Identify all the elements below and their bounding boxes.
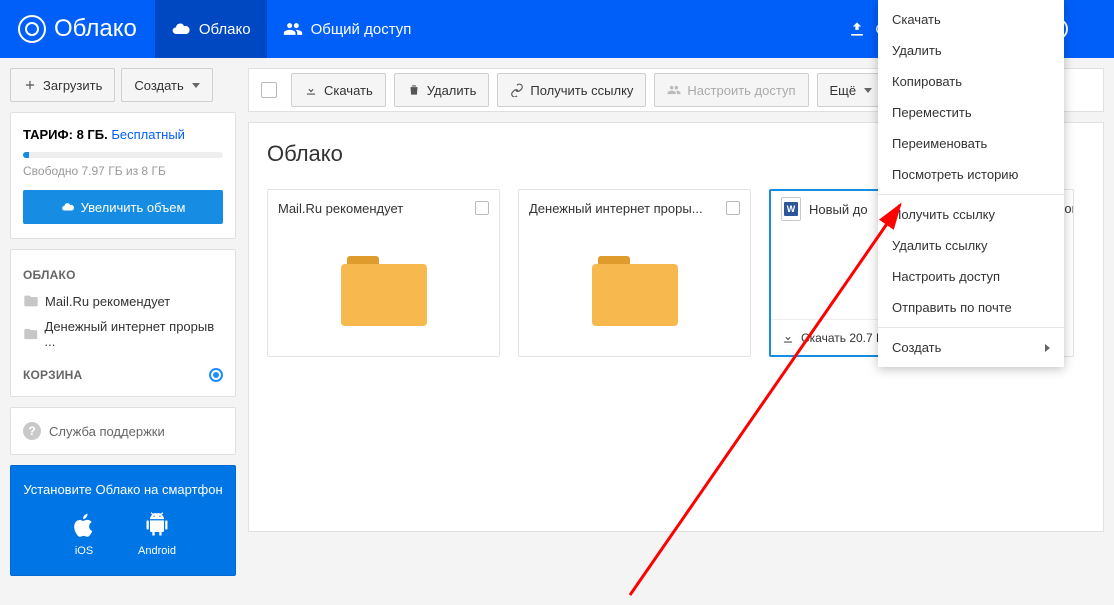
question-icon: ?: [23, 422, 41, 440]
download-icon: [304, 83, 318, 97]
toolbar-more-label: Ещё: [830, 83, 857, 98]
ctx-getlink[interactable]: Получить ссылку: [878, 199, 1064, 230]
download-box-icon: [847, 19, 867, 39]
people-icon: [667, 83, 681, 97]
cloud-icon: [171, 19, 191, 39]
people-icon: [283, 19, 303, 39]
ctx-download[interactable]: Скачать: [878, 4, 1064, 35]
tile-checkbox[interactable]: [475, 201, 489, 215]
plus-icon: [23, 78, 37, 92]
folder-icon: [23, 293, 39, 309]
ctx-copy[interactable]: Копировать: [878, 66, 1064, 97]
sidebar-folder-label: Денежный интернет прорыв ...: [45, 319, 223, 349]
toolbar-download-label: Скачать: [324, 83, 373, 98]
caret-down-icon: [192, 83, 200, 88]
quota-text: Свободно 7.97 ГБ из 8 ГБ: [23, 164, 223, 178]
tile-checkbox[interactable]: [726, 201, 740, 215]
tile-name: Денежный интернет проры...: [529, 201, 703, 216]
promo-title: Установите Облако на смартфон: [21, 482, 225, 497]
tile-name: Mail.Ru рекомендует: [278, 201, 403, 216]
promo-ios-label: iOS: [75, 545, 93, 557]
promo-android-label: Android: [138, 545, 176, 557]
word-doc-icon: W: [781, 197, 801, 221]
ctx-separator: [878, 327, 1064, 328]
promo-ios[interactable]: iOS: [70, 511, 98, 557]
context-menu: Скачать Удалить Копировать Переместить П…: [878, 0, 1064, 367]
create-label: Создать: [134, 78, 183, 93]
sidebar-folder-label: Mail.Ru рекомендует: [45, 294, 170, 309]
toolbar-delete-label: Удалить: [427, 83, 477, 98]
mailru-logo-icon: [18, 15, 46, 43]
create-button[interactable]: Создать: [121, 68, 212, 102]
ctx-move[interactable]: Переместить: [878, 97, 1064, 128]
support-card: ? Служба поддержки: [10, 407, 236, 455]
trash-icon: [407, 83, 421, 97]
submenu-arrow-icon: [1045, 344, 1050, 352]
toolbar-share-label: Настроить доступ: [687, 83, 795, 98]
apple-icon: [70, 511, 98, 539]
ctx-delete[interactable]: Удалить: [878, 35, 1064, 66]
ctx-share[interactable]: Настроить доступ: [878, 261, 1064, 292]
folder-icon: [341, 256, 427, 326]
section-trash-title[interactable]: КОРЗИНА: [23, 368, 82, 382]
upload-label: Загрузить: [43, 78, 102, 93]
toolbar-delete-button[interactable]: Удалить: [394, 73, 490, 107]
nav-shared-label: Общий доступ: [311, 21, 412, 38]
tariff-label: ТАРИФ:: [23, 127, 73, 142]
upload-button[interactable]: Загрузить: [10, 68, 115, 102]
android-icon: [143, 511, 171, 539]
nav-cloud[interactable]: Облако: [155, 0, 267, 58]
select-all-checkbox[interactable]: [261, 82, 277, 98]
quota-progress: [23, 152, 223, 158]
ctx-create[interactable]: Создать: [878, 332, 1064, 363]
toolbar-getlink-label: Получить ссылку: [530, 83, 633, 98]
ctx-separator: [878, 194, 1064, 195]
tariff-plan[interactable]: Бесплатный: [111, 127, 185, 142]
download-icon: [781, 331, 795, 345]
ctx-email[interactable]: Отправить по почте: [878, 292, 1064, 323]
nav-cloud-label: Облако: [199, 21, 251, 38]
file-tile[interactable]: Mail.Ru рекомендует: [267, 189, 500, 357]
cloud-icon: [61, 200, 75, 214]
tile-name: Новый до: [809, 202, 868, 217]
support-label: Служба поддержки: [49, 424, 165, 439]
tariff-card: ТАРИФ: 8 ГБ. Бесплатный Свободно 7.97 ГБ…: [10, 112, 236, 239]
trash-indicator-icon: [209, 368, 223, 382]
file-tile[interactable]: Денежный интернет проры...: [518, 189, 751, 357]
increase-storage-button[interactable]: Увеличить объем: [23, 190, 223, 224]
folder-icon: [23, 326, 39, 342]
promo-android[interactable]: Android: [138, 511, 176, 557]
logo-text: Облако: [54, 15, 137, 43]
caret-down-icon: [864, 88, 872, 93]
tariff-size: 8 ГБ.: [77, 127, 108, 142]
toolbar-getlink-button[interactable]: Получить ссылку: [497, 73, 646, 107]
folder-icon: [592, 256, 678, 326]
section-cloud-title: ОБЛАКО: [23, 268, 223, 282]
nav-shared[interactable]: Общий доступ: [267, 0, 428, 58]
sidebar-folder-item[interactable]: Mail.Ru рекомендует: [23, 288, 223, 314]
toolbar-download-button[interactable]: Скачать: [291, 73, 386, 107]
mobile-promo: Установите Облако на смартфон iOS Androi…: [10, 465, 236, 576]
link-icon: [510, 83, 524, 97]
logo[interactable]: Облако: [0, 15, 155, 43]
tariff-line: ТАРИФ: 8 ГБ. Бесплатный: [23, 127, 223, 142]
increase-label: Увеличить объем: [81, 200, 186, 215]
folders-card: ОБЛАКО Mail.Ru рекомендует Денежный инте…: [10, 249, 236, 397]
ctx-rename[interactable]: Переименовать: [878, 128, 1064, 159]
toolbar-more-button[interactable]: Ещё: [817, 73, 886, 107]
toolbar-share-button[interactable]: Настроить доступ: [654, 73, 808, 107]
ctx-create-label: Создать: [892, 340, 941, 355]
sidebar-folder-item[interactable]: Денежный интернет прорыв ...: [23, 314, 223, 354]
sidebar: Загрузить Создать ТАРИФ: 8 ГБ. Бесплатны…: [0, 58, 246, 601]
ctx-removelink[interactable]: Удалить ссылку: [878, 230, 1064, 261]
ctx-history[interactable]: Посмотреть историю: [878, 159, 1064, 190]
support-link[interactable]: ? Служба поддержки: [23, 422, 223, 440]
